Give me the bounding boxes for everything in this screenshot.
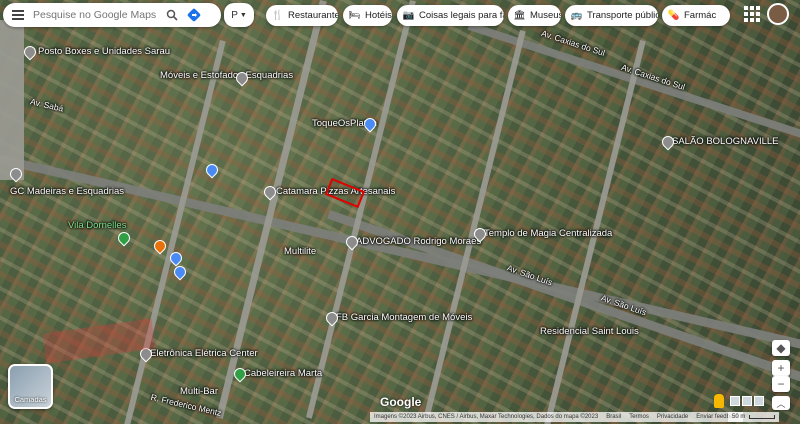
zoom-in-button[interactable]: + [772,360,790,376]
map-pin-icon[interactable] [203,161,221,179]
map-pin-icon[interactable] [171,263,189,281]
road-vertical-3 [423,30,526,420]
chip-transit[interactable]: 🚌 Transporte público [565,5,658,26]
footer-link-brasil[interactable]: Brasil [606,414,621,420]
scale-label: 50 m [732,414,746,420]
layers-button[interactable]: Camadas [8,364,53,409]
avatar[interactable] [767,3,789,25]
chip-things-to-do[interactable]: 📷 Coisas legais para faz... [397,5,504,26]
satellite-map[interactable]: Av. Caxias do Sul Av. Caxias do Sul Av. … [0,0,800,424]
chip-hotels[interactable]: 🛏 Hotéis [343,5,392,26]
attribution-bar: Imagens ©2023 Airbus, CNES / Airbus, Max… [370,412,744,422]
place-label[interactable]: Vila Dornelles [68,220,126,231]
compass-icon: ◆ [776,341,786,355]
expand-button[interactable]: ︿ [772,396,790,410]
place-label[interactable]: Eletrônica Elétrica Center [150,348,258,359]
place-label[interactable]: GC Madeiras e Esquadrias [10,186,124,197]
road-vertical-5 [123,40,226,424]
menu-button[interactable] [3,3,33,27]
hamburger-icon [12,14,24,16]
place-label[interactable]: FB Garcia Montagem de Móveis [336,312,472,323]
place-label[interactable]: Templo de Magia Centralizada [484,228,612,239]
place-label[interactable]: Cabeleireira Marta [244,368,322,379]
chip-museums[interactable]: 🏛 Museus [508,5,561,26]
scale-bar-graphic [749,415,776,419]
search-input[interactable] [33,9,161,21]
street-label: Av. Sabá [29,96,65,114]
chip-label: Museus [530,10,561,21]
camera-icon: 📷 [402,10,415,21]
road-highway [0,20,24,180]
pharmacy-icon: 💊 [667,10,680,21]
place-label[interactable]: SALÃO BOLOGNAVILLE [672,136,778,147]
place-label[interactable]: Multi-Bar [180,386,218,397]
directions-icon [187,8,201,22]
watermark-logo [42,318,156,364]
google-logo: Google [380,395,422,409]
search-button[interactable] [161,4,183,26]
search-icon [166,9,178,21]
imagery-thumbnails[interactable] [730,396,764,406]
directions-button[interactable] [183,4,205,26]
place-label[interactable]: Móveis e Estofados Esquadrias [160,70,293,81]
search-box [3,3,221,27]
footer-link-terms[interactable]: Termos [629,414,649,420]
chip-label: Farmác [684,10,717,21]
museum-icon: 🏛 [513,10,526,21]
transit-icon: 🚌 [570,10,583,21]
layers-label: Camadas [14,395,47,404]
chip-label: Restaurantes [288,10,338,21]
chevron-up-icon: ︿ [776,398,786,409]
attribution-text: Imagens ©2023 Airbus, CNES / Airbus, Max… [374,414,599,420]
plus-icon: + [777,361,785,375]
map-pin-icon[interactable] [21,43,39,61]
layers-mini-button[interactable]: P ▼ [224,3,254,27]
chip-label: Hotéis [365,10,392,21]
place-label[interactable]: Posto Boxes e Unidades Sarau [38,46,170,57]
place-label[interactable]: ADVOGADO Rodrigo Moraes [356,236,481,247]
scale-bar[interactable]: 50 m [728,412,780,422]
map-pin-icon[interactable] [115,229,133,247]
footer-link-privacy[interactable]: Privacidade [657,414,688,420]
chevron-down-icon: ▼ [239,11,247,19]
selected-area-outline [324,177,366,209]
restaurant-icon: 🍴 [271,10,284,21]
chip-label: Transporte público [587,10,658,21]
place-label[interactable]: Multilite [284,246,316,257]
chip-restaurants[interactable]: 🍴 Restaurantes [266,5,338,26]
apps-grid-icon[interactable] [744,6,760,22]
compass-button[interactable]: ◆ [772,340,790,356]
hotel-icon: 🛏 [348,10,361,21]
place-label[interactable]: Residencial Saint Louis [540,326,639,337]
minus-icon: − [777,377,785,391]
layers-mini-label: P [231,9,238,21]
zoom-out-button[interactable]: − [772,376,790,392]
pegman-icon[interactable] [714,394,724,408]
chip-label: Coisas legais para faz... [419,10,504,21]
chip-pharmacies[interactable]: 💊 Farmác [662,5,730,26]
road-vertical-2 [305,0,416,419]
